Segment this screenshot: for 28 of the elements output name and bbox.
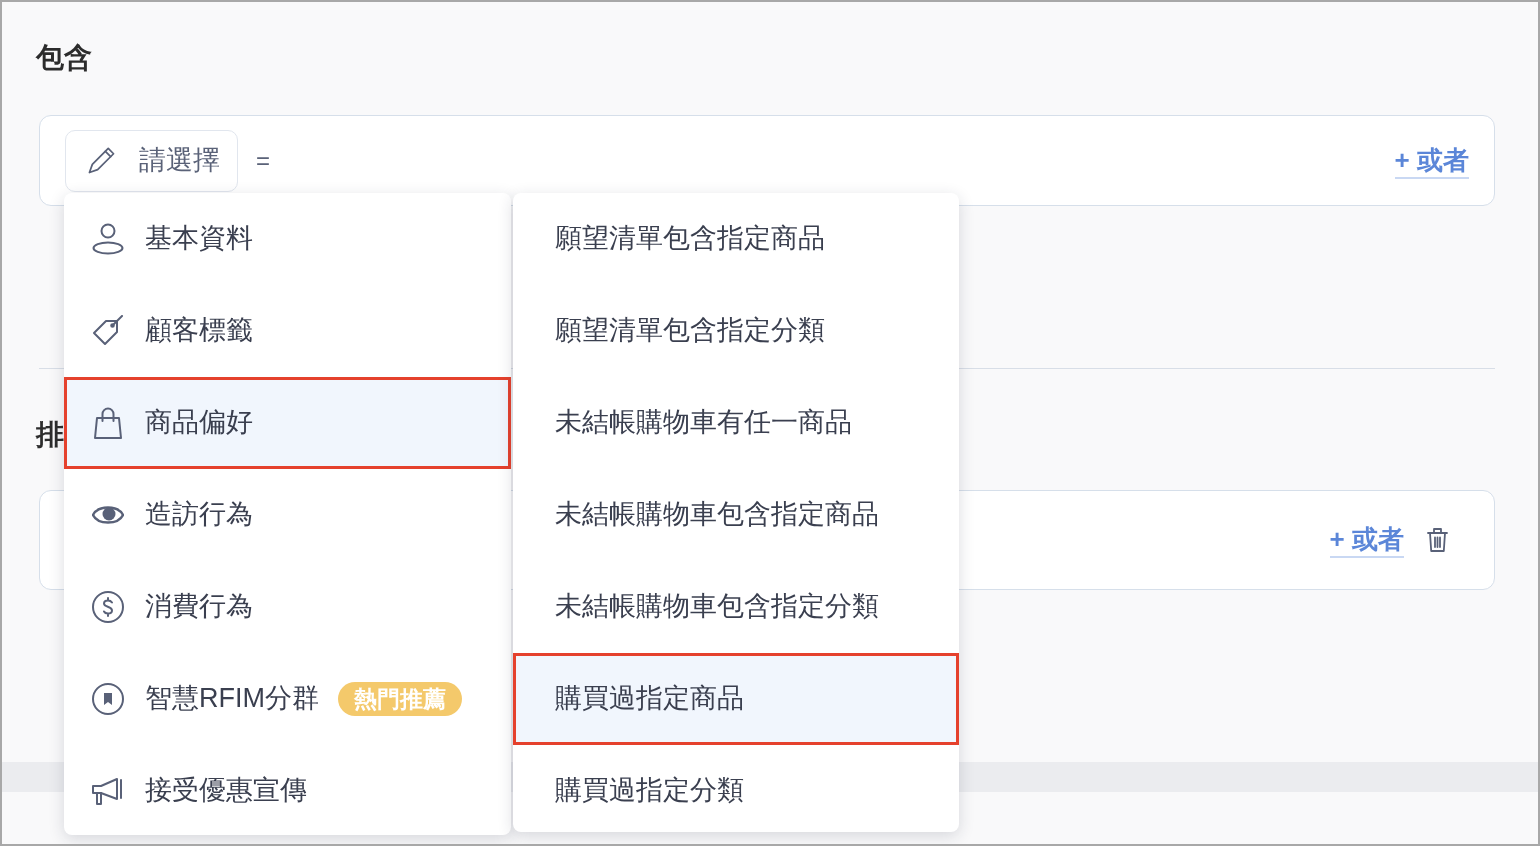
category-menu-item[interactable]: 接受優惠宣傳 [64,744,511,837]
section-title: 排 [36,418,64,452]
add-or-link[interactable]: + 或者 [1394,142,1469,179]
category-menu-item[interactable]: 智慧RFIM分群 熱門推薦 [64,652,511,745]
pencil-icon [88,147,115,174]
condition-menu-item[interactable]: 未結帳購物車包含指定商品 [513,468,959,561]
tag-icon [92,314,124,347]
condition-menu-item[interactable]: 未結帳購物車包含指定分類 [513,560,959,653]
section-title: 包含 [36,41,92,75]
condition-menu-item[interactable]: 願望清單包含指定分類 [513,284,959,377]
condition-menu-item[interactable]: 購買過指定商品 [513,652,959,745]
operator-text: = [256,145,270,176]
person-icon [92,222,124,255]
picker-button[interactable]: 請選擇 [65,129,238,192]
hot-badge: 熱門推薦 [338,681,462,716]
category-menu-item[interactable]: 消費行為 [64,560,511,653]
dollar-circle-icon [92,590,124,623]
condition-menu-item[interactable]: 購買過指定分類 [513,744,959,837]
condition-menu-item[interactable]: 未結帳購物車有任一商品 [513,376,959,469]
category-menu-item[interactable]: 造訪行為 [64,468,511,561]
category-menu-item[interactable]: 基本資料 [64,192,511,285]
bookmark-circle-icon [92,682,124,715]
category-menu-item[interactable]: 商品偏好 [64,376,511,469]
add-or-link[interactable]: + 或者 [1329,522,1404,558]
trash-icon[interactable] [1427,528,1448,552]
category-menu-item[interactable]: 顧客標籤 [64,284,511,377]
shopping-bag-icon [92,406,124,439]
condition-menu-item[interactable]: 願望清單包含指定商品 [513,192,959,285]
